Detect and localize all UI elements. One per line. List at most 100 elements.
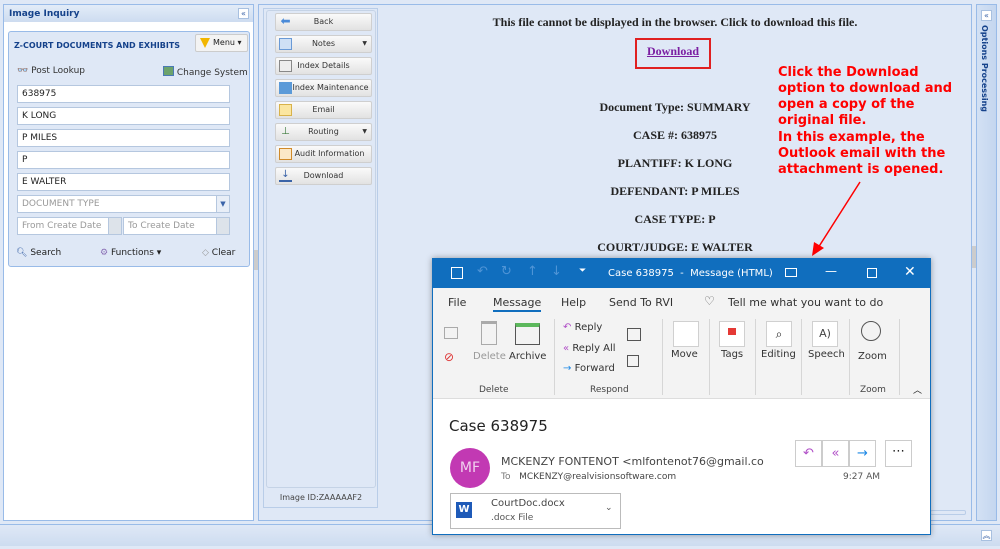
reply-label: Reply <box>574 322 603 333</box>
ribbon-separator <box>662 319 663 395</box>
calendar-icon[interactable] <box>108 218 121 234</box>
settings-icon <box>279 82 292 94</box>
trash-icon[interactable] <box>481 321 497 345</box>
from-date-placeholder: From Create Date <box>22 221 102 231</box>
case-number-field[interactable]: 638975 <box>17 85 230 103</box>
calendar-icon[interactable] <box>216 218 229 234</box>
clipboard-icon <box>279 148 292 160</box>
judge-field[interactable]: E WALTER <box>17 173 230 191</box>
ribbon-separator <box>755 319 756 395</box>
word-icon: W <box>456 502 472 518</box>
funnel-icon <box>200 38 210 48</box>
court-judge-line: COURT/JUDGE: E WALTER <box>597 240 753 254</box>
index-maintenance-button[interactable]: Index Maintenance <box>275 79 372 97</box>
gear-icon: ⚙ <box>100 248 109 258</box>
archive-button[interactable]: Archive <box>509 351 546 362</box>
attachment[interactable]: W CourtDoc.docx .docx File ⌄ <box>450 493 621 529</box>
menu-file[interactable]: File <box>448 296 466 309</box>
down-icon: ↓ <box>551 264 562 279</box>
to-date-field[interactable]: To Create Date <box>123 217 230 235</box>
menu-send-to-rvi[interactable]: Send To RVI <box>609 296 673 309</box>
save-icon[interactable] <box>451 267 463 279</box>
reply-quick-button[interactable]: ↶ <box>795 440 822 467</box>
routing-button[interactable]: ⊥ Routing ▼ <box>275 123 372 141</box>
minimize-icon[interactable]: — <box>825 264 837 278</box>
recipient-line: To MCKENZY@realvisionsoftware.com <box>501 472 676 482</box>
reply-all-button[interactable]: « Reply All <box>563 343 616 354</box>
functions-label: Functions <box>110 248 154 258</box>
meeting-icon[interactable] <box>627 328 641 341</box>
zoom-icon <box>861 321 881 341</box>
archive-icon[interactable] <box>515 323 540 345</box>
eraser-icon: ◇ <box>202 248 209 258</box>
plaintiff-field[interactable]: K LONG <box>17 107 230 125</box>
change-system-button[interactable]: Change System <box>163 66 248 78</box>
collapse-left-button[interactable]: « <box>238 8 249 19</box>
maximize-icon[interactable] <box>867 268 877 278</box>
group-respond: Respond <box>590 385 629 395</box>
outlook-window-title: Case 638975 - Message (HTML) <box>608 268 773 279</box>
reply-all-quick-button[interactable]: « <box>822 440 849 467</box>
menu-message[interactable]: Message <box>493 296 542 312</box>
move-button[interactable]: Move <box>671 349 698 360</box>
collapse-ribbon-icon[interactable]: ︿ <box>913 383 922 396</box>
expand-bottom-button[interactable]: ︽ <box>981 530 992 541</box>
annotation-outlook: In this example, the Outlook email with … <box>778 130 946 177</box>
forward-label: Forward <box>574 363 615 374</box>
clear-button[interactable]: ◇ Clear <box>202 248 235 258</box>
from-date-field[interactable]: From Create Date <box>17 217 122 235</box>
editing-button[interactable]: Editing <box>761 349 796 360</box>
attachment-chevron-icon[interactable]: ⌄ <box>605 503 613 513</box>
audit-information-button[interactable]: Audit Information <box>275 145 372 163</box>
forward-icon: → <box>563 363 572 374</box>
close-icon[interactable]: ✕ <box>904 264 916 280</box>
notes-button[interactable]: Notes ▼ <box>275 35 372 53</box>
search-icon: 🔍︎ <box>16 248 28 258</box>
tags-button[interactable]: Tags <box>721 349 743 360</box>
back-button[interactable]: ⬅ Back <box>275 13 372 31</box>
annotation-arrow <box>812 181 861 256</box>
email-subject: Case 638975 <box>449 417 548 435</box>
ignore-icon[interactable] <box>444 327 458 339</box>
defendant-field[interactable]: P MILES <box>17 129 230 147</box>
post-lookup-button[interactable]: 👓 Post Lookup <box>17 66 85 76</box>
junk-icon[interactable]: ⊘ <box>444 350 454 364</box>
zoom-button[interactable]: Zoom <box>858 351 887 362</box>
download-toolbar-button[interactable]: ↓ Download <box>275 167 372 185</box>
speech-button[interactable]: Speech <box>808 349 845 360</box>
menu-button[interactable]: Menu ▾ <box>195 34 248 52</box>
customize-icon[interactable]: ⏷ <box>579 266 586 276</box>
clear-label: Clear <box>211 248 236 258</box>
routing-icon: ⊥ <box>281 126 290 137</box>
reply-all-icon: « <box>563 343 570 354</box>
ribbon-separator <box>899 319 900 395</box>
scrollbar[interactable] <box>930 510 966 515</box>
group-zoom: Zoom <box>860 385 886 395</box>
ribbon-display-icon[interactable] <box>785 268 797 277</box>
case-type-field[interactable]: P <box>17 151 230 169</box>
email-button[interactable]: Email <box>275 101 372 119</box>
download-link[interactable]: Download <box>635 44 711 59</box>
more-options-button[interactable]: ⋯ <box>885 440 912 467</box>
reply-button[interactable]: ↶ Reply <box>563 322 602 333</box>
document-type-select[interactable]: DOCUMENT TYPE ▼ <box>17 195 230 213</box>
menu-help[interactable]: Help <box>561 296 586 309</box>
options-processing-panel[interactable]: « Options Processing <box>976 4 997 521</box>
more-respond-icon[interactable] <box>627 355 639 367</box>
splitter-left[interactable] <box>254 250 258 270</box>
chevron-down-icon[interactable]: ▼ <box>216 196 229 212</box>
search-label: Search <box>30 248 62 258</box>
audit-information-label: Audit Information <box>294 149 365 158</box>
index-details-button[interactable]: Index Details <box>275 57 372 75</box>
notes-icon <box>279 38 292 50</box>
search-button[interactable]: 🔍︎ Search <box>16 248 61 258</box>
forward-quick-button[interactable]: → <box>849 440 876 467</box>
download-icon: ↓ <box>279 170 292 182</box>
expand-right-button[interactable]: « <box>981 10 992 21</box>
tell-me-search[interactable]: Tell me what you want to do <box>728 296 883 309</box>
speech-icon: A) <box>812 321 838 347</box>
functions-button[interactable]: ⚙ Functions ▾ <box>100 248 161 258</box>
forward-button[interactable]: → Forward <box>563 363 615 374</box>
delete-button[interactable]: Delete <box>473 351 506 362</box>
outlook-title-bar: ↶ ↻ ↑ ↓ ⏷ Case 638975 - Message (HTML) —… <box>433 259 930 288</box>
